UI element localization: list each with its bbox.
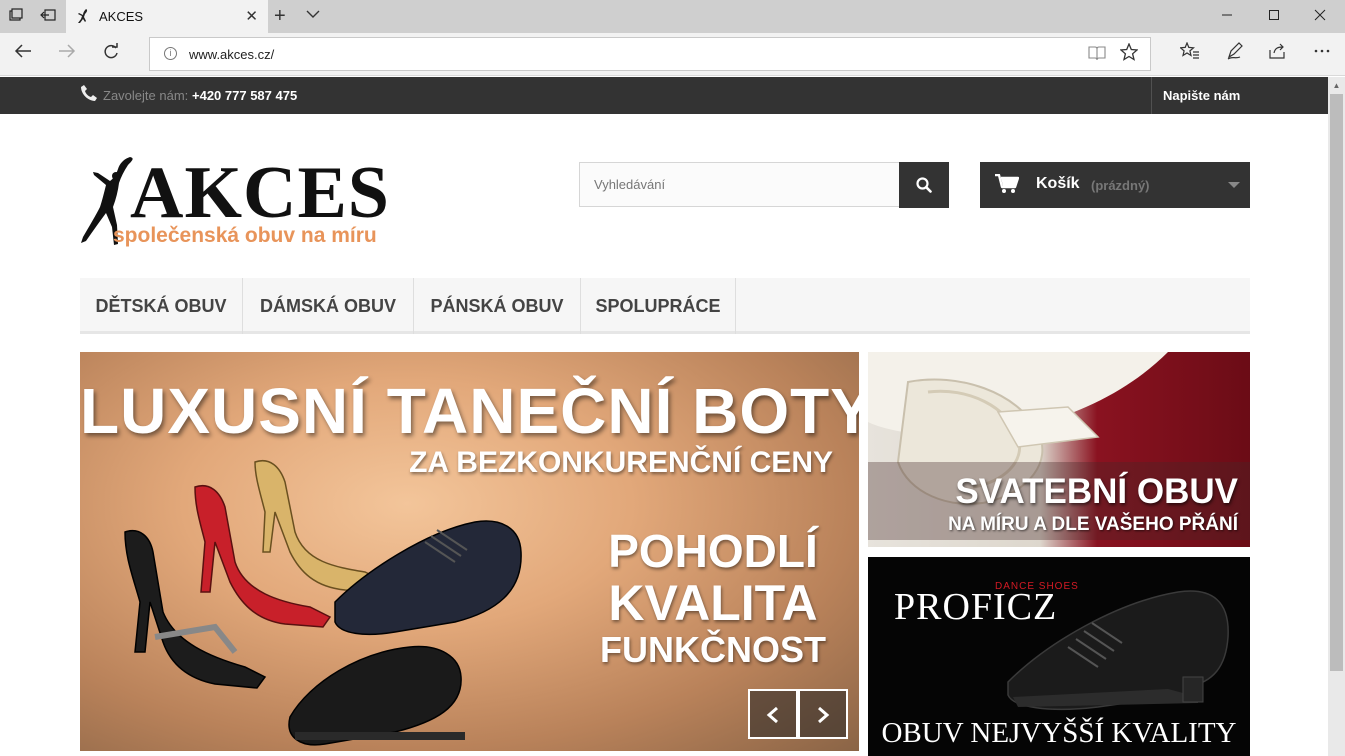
forward-arrow-icon[interactable] bbox=[55, 43, 79, 64]
tab-akces[interactable]: AKCES ✕ bbox=[66, 0, 268, 33]
cart-status: (prázdný) bbox=[1091, 178, 1150, 193]
proficz-banner[interactable]: DANCE SHOES PROFICZ OBUV NEJVYŠŠÍ KVALIT… bbox=[868, 557, 1250, 756]
url-text: www.akces.cz/ bbox=[189, 47, 275, 62]
slider-quality-comfort: POHODLÍ bbox=[608, 525, 818, 577]
reading-view-book-icon[interactable] bbox=[1088, 45, 1106, 65]
menu-item-kids-shoes[interactable]: DĚTSKÁ OBUV bbox=[80, 278, 243, 334]
top-contact-bar: Zavolejte nám: +420 777 587 475 Napište … bbox=[0, 77, 1328, 114]
slider-quality-function: FUNKČNOST bbox=[600, 629, 826, 670]
phone-label: Zavolejte nám: bbox=[103, 88, 189, 103]
share-icon[interactable] bbox=[1266, 42, 1288, 65]
scrollbar-thumb[interactable] bbox=[1330, 94, 1343, 671]
close-window-icon[interactable] bbox=[1310, 6, 1330, 27]
page-viewport: Zavolejte nám: +420 777 587 475 Napište … bbox=[0, 77, 1328, 756]
web-note-pen-icon[interactable] bbox=[1224, 42, 1246, 65]
favorite-star-icon[interactable] bbox=[1119, 42, 1139, 66]
contact-us-label: Napište nám bbox=[1163, 88, 1241, 103]
shopping-cart-icon bbox=[995, 174, 1019, 193]
search-icon bbox=[916, 177, 932, 193]
minimize-icon[interactable] bbox=[1217, 6, 1237, 27]
chevron-right-icon bbox=[818, 706, 830, 724]
menu-item-men-shoes[interactable]: PÁNSKÁ OBUV bbox=[414, 278, 581, 334]
more-dots-icon[interactable] bbox=[1311, 42, 1333, 65]
page-scrollbar[interactable]: ▲ bbox=[1328, 77, 1345, 756]
logo-wordmark: AKCES bbox=[130, 152, 390, 234]
slider-prev-button[interactable] bbox=[748, 689, 798, 739]
contact-us-link[interactable]: Napište nám bbox=[1151, 77, 1328, 114]
chevron-left-icon bbox=[766, 706, 778, 724]
main-menu: DĚTSKÁ OBUV DÁMSKÁ OBUV PÁNSKÁ OBUV SPOL… bbox=[80, 278, 1250, 334]
wedding-shoes-banner[interactable]: SVATEBNÍ OBUV NA MÍRU A DLE VAŠEHO PŘÁNÍ bbox=[868, 352, 1250, 547]
chevron-down-icon[interactable] bbox=[306, 7, 320, 22]
menu-item-women-shoes[interactable]: DÁMSKÁ OBUV bbox=[243, 278, 414, 334]
hero-slider[interactable]: LUXUSNÍ TANEČNÍ BOTY ZA BEZKONKURENČNÍ C… bbox=[80, 352, 859, 751]
scroll-up-arrow-icon[interactable]: ▲ bbox=[1328, 77, 1345, 94]
set-tabs-aside-icon[interactable] bbox=[40, 8, 56, 24]
browser-tab-bar: AKCES ✕ + bbox=[0, 0, 1345, 33]
slider-title: LUXUSNÍ TANEČNÍ BOTY bbox=[80, 375, 859, 447]
search-box bbox=[579, 162, 900, 207]
cart-label: Košík bbox=[1036, 175, 1080, 192]
search-button[interactable] bbox=[899, 162, 949, 208]
site-logo[interactable]: AKCES společenská obuv na míru bbox=[80, 152, 432, 247]
wedding-banner-title: SVATEBNÍ OBUV bbox=[955, 472, 1238, 511]
phone-icon bbox=[80, 84, 98, 102]
tab-preview-icon[interactable] bbox=[8, 8, 24, 24]
slider-quality-quality: KVALITA bbox=[608, 575, 818, 631]
back-arrow-icon[interactable] bbox=[11, 43, 35, 64]
slider-next-button[interactable] bbox=[798, 689, 848, 739]
wedding-banner-subtitle: NA MÍRU A DLE VAŠEHO PŘÁNÍ bbox=[948, 514, 1238, 535]
search-input[interactable] bbox=[580, 163, 899, 206]
favicon-dancer-icon bbox=[76, 8, 90, 27]
cart-button[interactable]: Košík (prázdný) bbox=[980, 162, 1250, 208]
new-tab-plus-icon[interactable]: + bbox=[274, 5, 286, 28]
close-tab-icon[interactable]: ✕ bbox=[245, 7, 258, 25]
info-icon[interactable]: i bbox=[164, 47, 177, 60]
dance-shoes-image bbox=[124, 460, 522, 746]
phone-number[interactable]: +420 777 587 475 bbox=[192, 88, 297, 103]
logo-tagline: společenská obuv na míru bbox=[113, 224, 377, 247]
menu-item-cooperation[interactable]: SPOLUPRÁCE bbox=[581, 278, 736, 334]
tab-title: AKCES bbox=[99, 9, 144, 24]
refresh-icon[interactable] bbox=[99, 43, 123, 66]
proficz-caption: OBUV NEJVYŠŠÍ KVALITY bbox=[881, 717, 1237, 749]
caret-down-icon bbox=[1228, 182, 1240, 188]
maximize-icon[interactable] bbox=[1264, 6, 1284, 27]
favorites-hub-icon[interactable] bbox=[1179, 41, 1201, 65]
url-field[interactable]: i www.akces.cz/ bbox=[149, 37, 1151, 71]
address-bar-row: i www.akces.cz/ bbox=[0, 33, 1345, 76]
